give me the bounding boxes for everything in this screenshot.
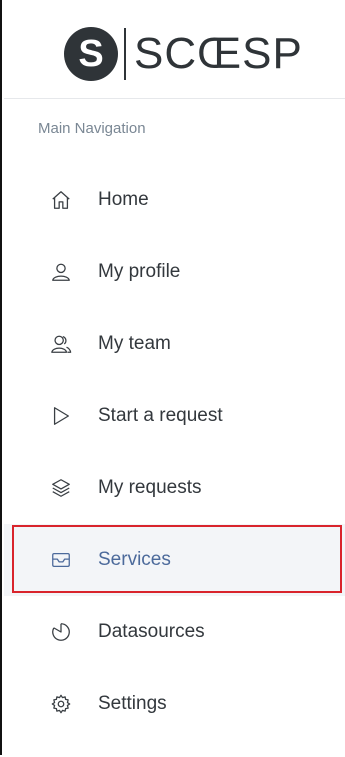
sidebar-item-settings[interactable]: Settings: [4, 668, 345, 740]
sidebar: S SCŒSP Main Navigation Home My profile: [0, 0, 345, 755]
user-icon: [50, 261, 72, 283]
sidebar-item-my-profile[interactable]: My profile: [4, 236, 345, 308]
sidebar-item-my-team[interactable]: My team: [4, 308, 345, 380]
sidebar-item-home[interactable]: Home: [4, 164, 345, 236]
sidebar-item-my-requests[interactable]: My requests: [4, 452, 345, 524]
sidebar-item-label: Start a request: [98, 405, 223, 426]
sidebar-item-label: My requests: [98, 477, 202, 498]
play-icon: [50, 405, 72, 427]
layers-icon: [50, 477, 72, 499]
logo-text: SCŒSP: [134, 29, 303, 78]
sidebar-item-services[interactable]: Services: [4, 524, 345, 596]
pie-chart-icon: [50, 621, 72, 643]
sidebar-item-label: Services: [98, 549, 171, 570]
sidebar-item-datasources[interactable]: Datasources: [4, 596, 345, 668]
section-label: Main Navigation: [38, 120, 146, 137]
home-icon: [50, 189, 72, 211]
sidebar-item-label: Home: [98, 189, 149, 210]
logo-mark: S: [64, 27, 118, 81]
main-navigation: Home My profile My team Start a request …: [4, 164, 345, 740]
sidebar-item-start-a-request[interactable]: Start a request: [4, 380, 345, 452]
logo-divider: [124, 28, 126, 80]
gear-icon: [50, 693, 72, 715]
sidebar-item-label: My profile: [98, 261, 181, 282]
sidebar-item-label: Datasources: [98, 621, 205, 642]
sidebar-item-label: Settings: [98, 693, 167, 714]
inbox-icon: [50, 549, 72, 571]
brand-logo[interactable]: S SCŒSP: [64, 24, 303, 84]
sidebar-item-label: My team: [98, 333, 171, 354]
header-divider: [4, 98, 345, 99]
team-icon: [50, 333, 72, 355]
